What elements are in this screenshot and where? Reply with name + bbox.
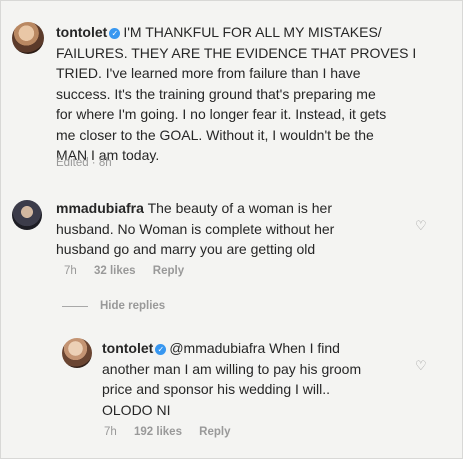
reply-likes[interactable]: 192 likes	[134, 426, 182, 438]
heart-outline-icon[interactable]: ♡	[415, 218, 427, 234]
comment-line-2: husband. No Woman is complete without he…	[56, 220, 335, 237]
hide-replies-toggle[interactable]: Hide replies	[62, 300, 165, 312]
comment-likes[interactable]: 32 likes	[94, 265, 136, 277]
comment-reply-button[interactable]: Reply	[153, 265, 184, 277]
verified-badge-icon: ✓	[109, 28, 121, 39]
reply: tontolet ✓ @mmadubiafra When I find anothe…	[102, 338, 402, 420]
post-username[interactable]: tontolet	[56, 24, 107, 40]
comment-time: 7h	[64, 265, 77, 277]
reply-mention[interactable]: @mmadubiafra	[169, 340, 265, 356]
reply-reply-button[interactable]: Reply	[199, 426, 230, 438]
reply-time: 7h	[104, 426, 117, 438]
caption-line-5: for where I'm going. I no longer fear it…	[56, 106, 387, 122]
hide-replies-label: Hide replies	[100, 300, 166, 312]
divider	[62, 305, 88, 307]
reply-username[interactable]: tontolet	[102, 340, 153, 356]
caption-line-6: me closer to the GOAL. Without it, I wou…	[56, 126, 374, 143]
post-meta: Edited · 8h	[56, 157, 126, 169]
commenter-avatar[interactable]	[12, 200, 42, 230]
edited-timestamp: Edited · 8h	[56, 157, 112, 169]
reply-line-2: another man I am willing to pay his groo…	[102, 360, 362, 377]
caption-line-1: I'M THANKFUL FOR ALL MY MISTAKES/	[123, 24, 382, 40]
comment-meta: 7h 32 likes Reply	[64, 265, 198, 277]
reply-meta: 7h 192 likes Reply	[104, 426, 245, 438]
comment-username[interactable]: mmadubiafra	[56, 200, 144, 216]
caption-line-3: TRIED. I've learned more from failure th…	[56, 65, 361, 81]
comment: mmadubiafra The beauty of a woman is her…	[56, 198, 406, 260]
heart-outline-icon[interactable]: ♡	[415, 358, 427, 374]
caption-line-4: success. It's the training ground that's…	[56, 85, 376, 102]
reply-line-4: OLODO NI	[102, 401, 171, 418]
comment-line-3: husband go and marry you are getting old	[56, 241, 316, 257]
reply-avatar[interactable]	[62, 338, 92, 368]
post-caption: tontolet ✓ I'M THANKFUL FOR ALL MY MISTAKE…	[56, 22, 452, 166]
comment-line-1: The beauty of a woman is her	[147, 200, 332, 216]
reply-line-3: price and sponsor his wedding I will..	[102, 381, 331, 397]
caption-line-2: FAILURES. THEY ARE THE EVIDENCE THAT PRO…	[56, 44, 417, 61]
reply-line-1: When I find	[269, 340, 340, 356]
avatar[interactable]	[12, 22, 44, 54]
verified-badge-icon: ✓	[155, 344, 167, 355]
